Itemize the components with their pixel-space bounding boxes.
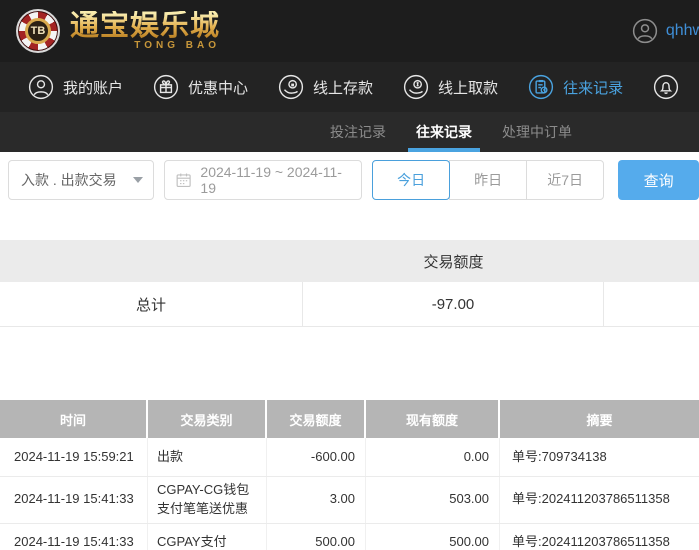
avatar-icon [632,18,657,44]
col-header-amount: 交易额度 [267,400,366,438]
cell-type: CGPAY支付 [148,523,267,550]
user-icon [28,74,54,100]
cell-time: 2024-11-19 15:41:33 [0,477,148,523]
summary-total-label: 总计 [0,282,303,326]
nav-item-my-account[interactable]: 我的账户 [28,74,123,100]
main-navigation: 我的账户 优惠中心 线上存款 线上取款 往来记录 [0,62,699,112]
summary-header-label: 交易额度 [423,253,484,271]
logo-chip-icon: TB [16,9,60,53]
cell-summary: 单号:202411203786511358 [512,491,670,507]
cell-type: 出款 [148,438,267,476]
top-header: TB 通宝娱乐城 TONG BAO qhhw2 [0,0,699,62]
query-button[interactable]: 查询 [618,160,699,200]
cell-summary: 单号:202411203786511358 [512,534,670,550]
col-header-summary: 摘要 [586,412,613,428]
summary-empty-cell [604,282,699,326]
col-header-time: 时间 [0,400,148,438]
quick-range-group: 今日 昨日 近7日 [372,160,605,200]
cell-summary: 单号:709734138 [512,448,607,464]
selected-type: 入款 . 出款交易 [21,172,117,188]
nav-item-transaction-records[interactable]: 往来记录 [528,74,623,100]
tab-transaction-records[interactable]: 往来记录 [408,112,480,152]
table-row: 2024-11-19 15:59:21 出款 -600.00 0.00 单号:7… [0,438,699,477]
nav-item-announcements[interactable] [653,74,679,100]
bell-icon [653,74,679,100]
summary-table: 交易额度 总计 -97.00 [0,240,699,327]
nav-label: 线上取款 [438,79,499,97]
today-button[interactable]: 今日 [372,160,451,200]
date-range-input[interactable]: 2024-11-19 ~ 2024-11-19 [164,160,363,200]
summary-header-row: 交易额度 [0,240,699,282]
cell-amount: -600.00 [267,438,366,476]
deposit-icon [278,74,304,100]
nav-item-withdraw[interactable]: 线上取款 [403,74,498,100]
cell-amount: 500.00 [267,523,366,550]
nav-label: 我的账户 [63,79,124,97]
yesterday-button[interactable]: 昨日 [449,160,528,200]
record-tabs: 投注记录 往来记录 处理中订单 [0,112,699,152]
withdraw-icon [403,74,429,100]
last7days-button[interactable]: 近7日 [526,160,605,200]
col-header-balance: 现有额度 [366,400,500,438]
nav-item-deposit[interactable]: 线上存款 [278,74,373,100]
user-account[interactable]: qhhw2 [632,0,699,62]
cell-time: 2024-11-19 15:41:33 [0,523,148,550]
tab-pending-orders[interactable]: 处理中订单 [502,112,572,152]
username: qhhw2 [665,22,699,39]
nav-label: 往来记录 [563,79,624,97]
nav-item-promotions[interactable]: 优惠中心 [153,74,248,100]
tab-betting-records[interactable]: 投注记录 [330,112,386,152]
cell-amount: 3.00 [267,477,366,523]
cell-type: CGPAY-CG钱包支付笔笔送优惠 [148,477,267,523]
summary-total-value: -97.00 [303,282,604,326]
records-icon [528,74,554,100]
nav-label: 优惠中心 [188,79,249,97]
table-row: 2024-11-19 15:41:33 CGPAY-CG钱包支付笔笔送优惠 3.… [0,477,699,524]
cell-time: 2024-11-19 15:59:21 [0,438,148,476]
logo-subtitle: TONG BAO [134,40,221,51]
logo-chip-label: TB [25,18,51,44]
transactions-table: 时间 交易类别 交易额度 现有额度 摘要 2024-11-19 15:59:21… [0,400,699,550]
col-header-type: 交易类别 [148,400,267,438]
chevron-down-icon [133,177,144,183]
cell-balance: 503.00 [366,477,500,523]
table-row: 2024-11-19 15:41:33 CGPAY支付 500.00 500.0… [0,523,699,550]
calendar-icon [176,173,191,188]
cell-balance: 0.00 [366,438,500,476]
logo[interactable]: 通宝娱乐城 TONG BAO [70,11,220,51]
filter-bar: 入款 . 出款交易 2024-11-19 ~ 2024-11-19 今日 昨日 … [0,152,699,240]
transaction-type-select[interactable]: 入款 . 出款交易 [8,160,155,200]
gift-icon [153,74,179,100]
logo-title: 通宝娱乐城 [70,8,221,42]
summary-total-row: 总计 -97.00 [0,282,699,327]
table-header-row: 时间 交易类别 交易额度 现有额度 摘要 [0,400,699,438]
nav-label: 线上存款 [313,79,374,97]
date-range-value: 2024-11-19 ~ 2024-11-19 [200,164,342,196]
cell-balance: 500.00 [366,523,500,550]
